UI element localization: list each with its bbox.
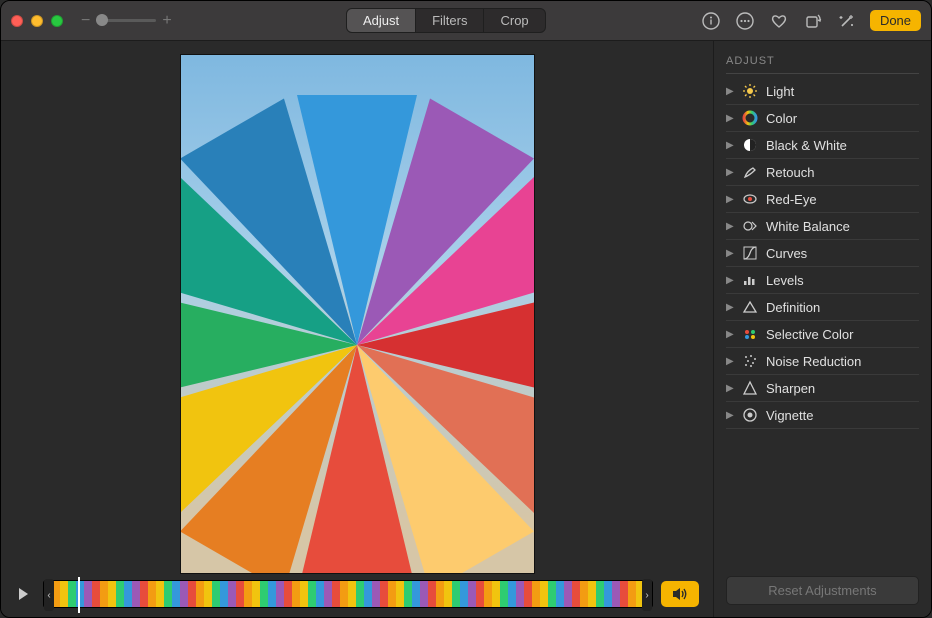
- rotate-icon: [803, 11, 823, 31]
- chevron-right-icon: ▶: [726, 86, 734, 97]
- zoom-thumb[interactable]: [96, 14, 108, 26]
- fullscreen-window[interactable]: [51, 15, 63, 27]
- definition-icon: [742, 299, 758, 315]
- light-icon: [742, 83, 758, 99]
- chevron-right-icon: ▶: [726, 275, 734, 286]
- window-controls: [11, 15, 63, 27]
- sidebar-title: ADJUST: [726, 51, 919, 74]
- redeye-icon: [742, 191, 758, 207]
- video-timeline-row: ‹ ›: [1, 577, 713, 617]
- chevron-right-icon: ▶: [726, 248, 734, 259]
- chevron-right-icon: ▶: [726, 194, 734, 205]
- chevron-right-icon: ▶: [726, 329, 734, 340]
- vignette-icon: [742, 407, 758, 423]
- adjust-item-light[interactable]: ▶ Light: [726, 78, 919, 105]
- rotate-button[interactable]: [802, 10, 824, 32]
- zoom-slider[interactable]: − +: [81, 12, 172, 30]
- trim-start-handle[interactable]: ‹: [44, 579, 54, 611]
- tab-filters[interactable]: Filters: [416, 9, 484, 32]
- play-button[interactable]: [15, 586, 35, 602]
- levels-icon: [742, 272, 758, 288]
- adjust-item-white-balance[interactable]: ▶ White Balance: [726, 213, 919, 240]
- adjust-item-levels[interactable]: ▶ Levels: [726, 267, 919, 294]
- curves-icon: [742, 245, 758, 261]
- adjust-item-label: Curves: [766, 246, 807, 261]
- trim-end-handle[interactable]: ›: [642, 579, 652, 611]
- adjust-item-label: Color: [766, 111, 797, 126]
- adjust-item-noise-reduction[interactable]: ▶ Noise Reduction: [726, 348, 919, 375]
- adjust-item-label: Red-Eye: [766, 192, 817, 207]
- sharpen-icon: [742, 380, 758, 396]
- adjust-item-label: White Balance: [766, 219, 850, 234]
- bw-icon: [742, 137, 758, 153]
- info-button[interactable]: [700, 10, 722, 32]
- adjust-item-label: Retouch: [766, 165, 814, 180]
- adjust-item-vignette[interactable]: ▶ Vignette: [726, 402, 919, 429]
- more-button[interactable]: [734, 10, 756, 32]
- adjust-item-label: Vignette: [766, 408, 813, 423]
- adjust-item-selective-color[interactable]: ▶ Selective Color: [726, 321, 919, 348]
- photo-preview[interactable]: [180, 54, 535, 574]
- toolbar-right: Done: [700, 10, 921, 32]
- adjust-item-retouch[interactable]: ▶ Retouch: [726, 159, 919, 186]
- chevron-right-icon: ▶: [726, 167, 734, 178]
- canvas-area: ‹ ›: [1, 41, 713, 617]
- selectivecolor-icon: [742, 326, 758, 342]
- adjust-item-curves[interactable]: ▶ Curves: [726, 240, 919, 267]
- favorite-button[interactable]: [768, 10, 790, 32]
- chevron-right-icon: ▶: [726, 410, 734, 421]
- info-icon: [701, 11, 721, 31]
- adjust-sidebar: ADJUST ▶ Light ▶ Color ▶ Black & White ▶ Retouc…: [713, 41, 931, 617]
- done-button[interactable]: Done: [870, 10, 921, 31]
- tab-crop[interactable]: Crop: [484, 9, 544, 32]
- chevron-right-icon: ▶: [726, 302, 734, 313]
- color-icon: [742, 110, 758, 126]
- adjust-item-red-eye[interactable]: ▶ Red-Eye: [726, 186, 919, 213]
- chevron-right-icon: ▶: [726, 113, 734, 124]
- zoom-out-icon: −: [81, 12, 90, 30]
- adjust-item-black-white[interactable]: ▶ Black & White: [726, 132, 919, 159]
- adjust-item-label: Sharpen: [766, 381, 815, 396]
- adjust-item-label: Black & White: [766, 138, 847, 153]
- close-window[interactable]: [11, 15, 23, 27]
- zoom-track[interactable]: [96, 19, 156, 22]
- noise-icon: [742, 353, 758, 369]
- zoom-in-icon: +: [162, 12, 171, 30]
- adjust-item-color[interactable]: ▶ Color: [726, 105, 919, 132]
- chevron-right-icon: ▶: [726, 356, 734, 367]
- retouch-icon: [742, 164, 758, 180]
- adjust-list: ▶ Light ▶ Color ▶ Black & White ▶ Retouch ▶ Red-E…: [726, 78, 919, 429]
- speaker-icon: [671, 586, 689, 602]
- auto-enhance-button[interactable]: [836, 10, 858, 32]
- play-icon: [15, 586, 31, 602]
- edit-mode-tabs: Adjust Filters Crop: [346, 8, 546, 33]
- wand-icon: [837, 11, 857, 31]
- adjust-item-sharpen[interactable]: ▶ Sharpen: [726, 375, 919, 402]
- chevron-right-icon: ▶: [726, 221, 734, 232]
- playhead[interactable]: [78, 577, 80, 613]
- adjust-item-label: Levels: [766, 273, 804, 288]
- filmstrip[interactable]: ‹ ›: [43, 580, 653, 608]
- adjust-item-definition[interactable]: ▶ Definition: [726, 294, 919, 321]
- adjust-item-label: Selective Color: [766, 327, 853, 342]
- heart-icon: [769, 11, 789, 31]
- umbrella-graphic: [180, 105, 535, 574]
- chevron-right-icon: ▶: [726, 140, 734, 151]
- minimize-window[interactable]: [31, 15, 43, 27]
- adjust-item-label: Light: [766, 84, 794, 99]
- audio-toggle-button[interactable]: [661, 581, 699, 607]
- adjust-item-label: Definition: [766, 300, 820, 315]
- tab-adjust[interactable]: Adjust: [347, 9, 416, 32]
- titlebar: − + Adjust Filters Crop: [1, 1, 931, 41]
- whitebalance-icon: [742, 218, 758, 234]
- photos-edit-window: − + Adjust Filters Crop: [0, 0, 932, 618]
- more-icon: [735, 11, 755, 31]
- adjust-item-label: Noise Reduction: [766, 354, 861, 369]
- chevron-right-icon: ▶: [726, 383, 734, 394]
- reset-adjustments-button[interactable]: Reset Adjustments: [726, 576, 919, 605]
